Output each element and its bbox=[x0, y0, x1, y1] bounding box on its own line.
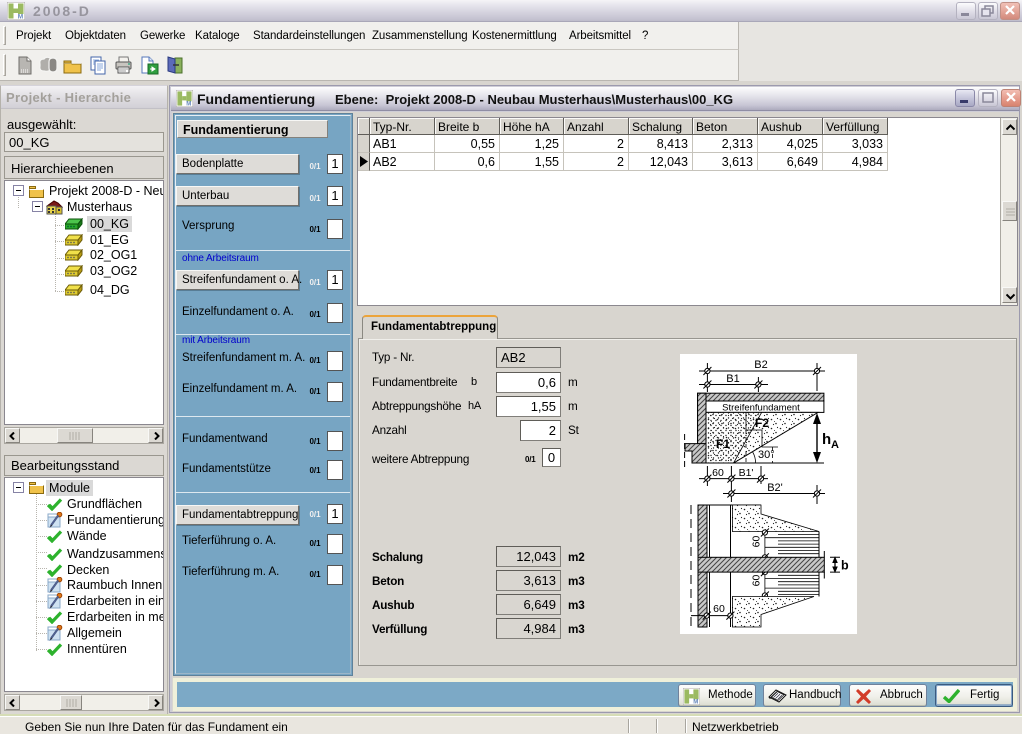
svg-text:B1': B1' bbox=[739, 467, 754, 479]
svg-text:B2': B2' bbox=[767, 482, 783, 494]
svg-text:A: A bbox=[831, 439, 839, 451]
svg-text:M: M bbox=[693, 699, 698, 705]
svg-text:b: b bbox=[841, 559, 849, 573]
svg-text:60: 60 bbox=[712, 467, 724, 479]
svg-text:60: 60 bbox=[751, 536, 763, 548]
svg-text:30°: 30° bbox=[758, 449, 775, 461]
svg-text:M: M bbox=[186, 101, 191, 107]
svg-text:F2: F2 bbox=[755, 416, 769, 430]
svg-text:Streifenfundament: Streifenfundament bbox=[722, 403, 800, 414]
svg-text:F1: F1 bbox=[716, 437, 730, 451]
svg-text:B2: B2 bbox=[754, 359, 767, 371]
svg-text:B1: B1 bbox=[726, 373, 739, 385]
svg-text:60: 60 bbox=[713, 603, 725, 615]
svg-text:M: M bbox=[18, 14, 23, 21]
svg-text:60: 60 bbox=[751, 575, 763, 587]
svg-text:h: h bbox=[822, 431, 831, 448]
